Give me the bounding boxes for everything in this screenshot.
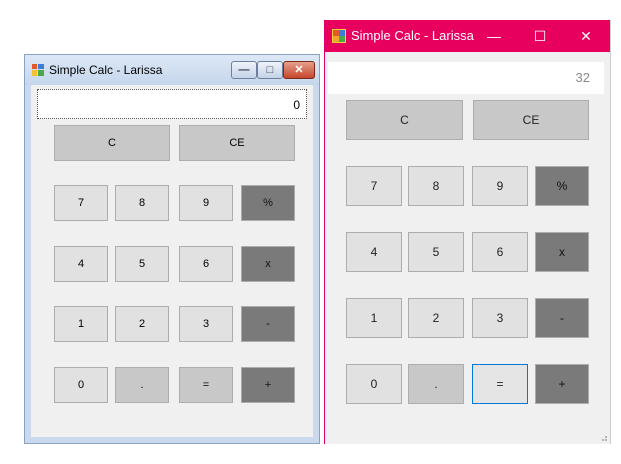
window-title: Simple Calc - Larissa: [49, 63, 163, 77]
result-display[interactable]: 0: [37, 89, 307, 119]
close-icon: ✕: [580, 27, 592, 44]
title-bar[interactable]: Simple Calc - Larissa — □ ✕: [25, 55, 319, 85]
calc-window-classic: Simple Calc - Larissa — □ ✕ 0 C CE 7 8 9…: [24, 54, 320, 444]
maximize-button[interactable]: □: [257, 61, 283, 79]
key-4[interactable]: 4: [54, 246, 108, 282]
window-title: Simple Calc - Larissa: [351, 28, 474, 43]
key-3[interactable]: 3: [179, 306, 233, 342]
key-1[interactable]: 1: [346, 298, 402, 338]
key-2[interactable]: 2: [115, 306, 169, 342]
app-window-icon: [332, 29, 346, 43]
percent-button[interactable]: %: [535, 166, 589, 206]
key-6[interactable]: 6: [179, 246, 233, 282]
multiply-button[interactable]: x: [241, 246, 295, 282]
maximize-icon: ☐: [533, 27, 547, 44]
key-9[interactable]: 9: [472, 166, 528, 206]
minimize-icon: —: [238, 64, 250, 76]
percent-button[interactable]: %: [241, 185, 295, 221]
key-0[interactable]: 0: [346, 364, 402, 404]
multiply-button[interactable]: x: [535, 232, 589, 272]
result-display[interactable]: 32: [328, 62, 604, 94]
display-value: 32: [575, 70, 590, 85]
close-button[interactable]: ✕: [283, 61, 315, 79]
key-2[interactable]: 2: [408, 298, 464, 338]
clear-entry-button[interactable]: CE: [473, 100, 589, 140]
calculator-body: 0 C CE 7 8 9 % 4 5 6 x 1 2 3 - 0 . = +: [31, 85, 313, 437]
key-7[interactable]: 7: [346, 166, 402, 206]
key-5[interactable]: 5: [408, 232, 464, 272]
display-value: 0: [293, 98, 300, 112]
key-9[interactable]: 9: [179, 185, 233, 221]
key-6[interactable]: 6: [472, 232, 528, 272]
key-7[interactable]: 7: [54, 185, 108, 221]
clear-entry-button[interactable]: CE: [179, 125, 295, 161]
key-0[interactable]: 0: [54, 367, 108, 403]
minimize-icon: —: [487, 28, 501, 44]
close-icon: ✕: [294, 64, 304, 76]
maximize-icon: □: [266, 64, 274, 76]
key-5[interactable]: 5: [115, 246, 169, 282]
app-window-icon: [32, 64, 44, 76]
equals-button[interactable]: =: [472, 364, 528, 404]
minus-button[interactable]: -: [535, 298, 589, 338]
minimize-button[interactable]: —: [471, 20, 517, 52]
key-4[interactable]: 4: [346, 232, 402, 272]
key-3[interactable]: 3: [472, 298, 528, 338]
minus-button[interactable]: -: [241, 306, 295, 342]
decimal-button[interactable]: .: [115, 367, 169, 403]
calc-window-modern: Simple Calc - Larissa — ☐ ✕ 32 C CE 7 8 …: [324, 20, 611, 444]
plus-button[interactable]: +: [241, 367, 295, 403]
decimal-button[interactable]: .: [408, 364, 464, 404]
title-bar[interactable]: Simple Calc - Larissa — ☐ ✕: [325, 20, 610, 52]
clear-button[interactable]: C: [54, 125, 170, 161]
maximize-button[interactable]: ☐: [517, 20, 563, 52]
key-1[interactable]: 1: [54, 306, 108, 342]
equals-button[interactable]: =: [179, 367, 233, 403]
key-8[interactable]: 8: [115, 185, 169, 221]
plus-button[interactable]: +: [535, 364, 589, 404]
minimize-button[interactable]: —: [231, 61, 257, 79]
close-button[interactable]: ✕: [563, 20, 609, 52]
clear-button[interactable]: C: [346, 100, 463, 140]
resize-grip-icon[interactable]: [598, 432, 608, 442]
key-8[interactable]: 8: [408, 166, 464, 206]
